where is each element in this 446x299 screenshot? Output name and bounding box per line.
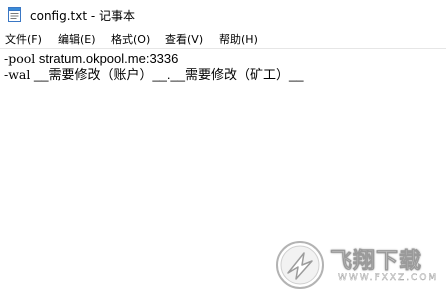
fxxz-logo-icon [274, 239, 326, 291]
menu-bar: 文件(F) 编辑(E) 格式(O) 查看(V) 帮助(H) [0, 28, 446, 48]
text-editor[interactable]: -pool stratum.okpool.me:3336 -wal __需要修改… [0, 49, 446, 299]
menu-format[interactable]: 格式(O) [110, 31, 151, 47]
window-title: config.txt - 记事本 [30, 9, 136, 23]
editor-line: -wal __需要修改（账户）__.__需要修改（矿工）__ [4, 67, 303, 83]
menu-view[interactable]: 查看(V) [164, 31, 204, 47]
menu-edit[interactable]: 编辑(E) [57, 31, 97, 47]
notepad-window: config.txt - 记事本 文件(F) 编辑(E) 格式(O) 查看(V)… [0, 0, 446, 299]
watermark-logo-text: 飞翔下载 [330, 249, 423, 275]
menu-help[interactable]: 帮助(H) [218, 31, 259, 47]
line-prefix: -pool [4, 51, 36, 66]
site-watermark: 飞翔下载 WWW.FXXZ.COM [274, 239, 436, 291]
line-text: stratum.okpool.me:3336 [35, 51, 179, 66]
line-text: __需要修改（账户）__.__需要修改（矿工）__ [30, 67, 304, 82]
watermark-url: WWW.FXXZ.COM [338, 273, 439, 283]
notepad-icon [8, 6, 22, 22]
line-prefix: -wal [4, 67, 31, 82]
title-bar[interactable]: config.txt - 记事本 [0, 0, 446, 28]
menu-file[interactable]: 文件(F) [4, 31, 43, 47]
editor-line: -pool stratum.okpool.me:3336 [4, 51, 178, 67]
